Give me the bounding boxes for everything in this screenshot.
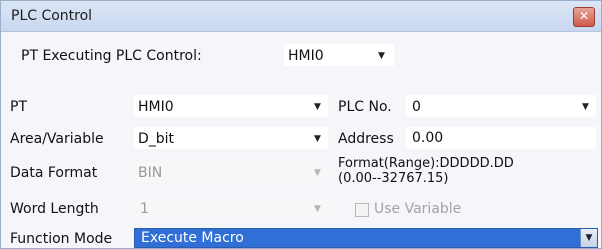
- pt-select[interactable]: HMI0 ▼: [134, 95, 328, 117]
- plc-no-label: PLC No.: [338, 99, 392, 115]
- word-length-label: Word Length: [10, 201, 99, 217]
- format-range-line1: Format(Range):DDDDD.DD: [338, 156, 514, 171]
- chevron-down-icon: ▼: [582, 102, 589, 112]
- chevron-down-icon: ▼: [314, 204, 321, 214]
- chevron-down-icon: ▼: [378, 51, 385, 61]
- plc-no-value: 0: [412, 99, 421, 115]
- function-mode-value: Execute Macro: [141, 230, 244, 246]
- chevron-down-icon: ▼: [314, 168, 321, 178]
- function-mode-select[interactable]: Execute Macro ▼: [134, 228, 598, 248]
- address-label: Address: [338, 131, 394, 147]
- data-format-value: BIN: [138, 165, 163, 181]
- close-button[interactable]: ✕: [573, 7, 595, 27]
- window-title: PLC Control: [11, 8, 93, 24]
- plc-no-select[interactable]: 0 ▼: [406, 95, 596, 117]
- pt-value: HMI0: [138, 99, 174, 115]
- function-mode-label: Function Mode: [10, 231, 113, 247]
- pt-executing-select[interactable]: HMI0 ▼: [284, 44, 394, 66]
- area-variable-select[interactable]: D_bit ▼: [134, 127, 328, 149]
- data-format-label: Data Format: [10, 165, 98, 181]
- chevron-down-icon: ▼: [314, 102, 321, 112]
- plc-control-dialog: PLC Control ✕ PT Executing PLC Control: …: [0, 0, 602, 249]
- pt-label: PT: [10, 99, 27, 115]
- word-length-value: 1: [140, 201, 149, 217]
- use-variable-label: Use Variable: [374, 201, 462, 217]
- dialog-body: PT Executing PLC Control: HMI0 ▼ PT HMI0…: [1, 32, 601, 248]
- chevron-down-icon: ▼: [314, 134, 321, 144]
- address-input[interactable]: 0.00: [406, 127, 596, 149]
- pt-executing-label: PT Executing PLC Control:: [21, 48, 202, 64]
- area-variable-value: D_bit: [138, 131, 175, 147]
- close-icon: ✕: [578, 9, 590, 23]
- use-variable-checkbox[interactable]: [355, 203, 369, 217]
- pt-executing-value: HMI0: [288, 48, 324, 64]
- address-value: 0.00: [412, 130, 444, 146]
- format-range-line2: (0.00--32767.15): [338, 171, 449, 186]
- data-format-select[interactable]: BIN ▼: [134, 161, 328, 183]
- area-variable-label: Area/Variable: [10, 131, 104, 147]
- chevron-down-icon[interactable]: ▼: [580, 229, 597, 247]
- title-bar: PLC Control ✕: [1, 1, 601, 32]
- word-length-select[interactable]: 1 ▼: [134, 197, 328, 219]
